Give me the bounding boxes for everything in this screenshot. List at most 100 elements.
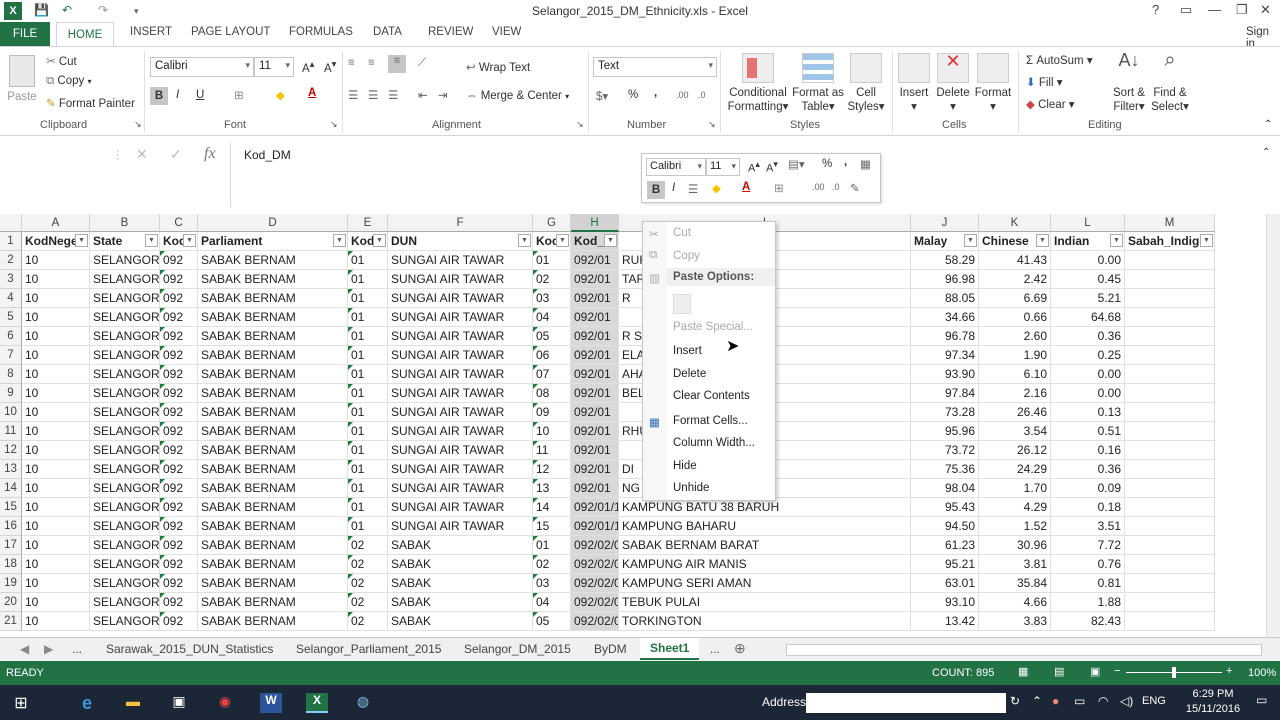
- word-icon[interactable]: W: [260, 693, 282, 713]
- table-cell[interactable]: 1.52: [979, 517, 1051, 536]
- paste-button[interactable]: Paste: [4, 55, 40, 104]
- paste-option-icon[interactable]: [673, 294, 691, 314]
- table-cell[interactable]: 10: [22, 308, 90, 327]
- mini-bold-icon[interactable]: B: [647, 181, 665, 199]
- table-cell[interactable]: 092: [160, 555, 198, 574]
- table-cell[interactable]: SELANGOR: [90, 441, 160, 460]
- table-cell[interactable]: 02: [348, 536, 388, 555]
- mini-font-color-icon[interactable]: A: [742, 181, 750, 193]
- row-header[interactable]: 19: [0, 574, 22, 593]
- table-cell[interactable]: 0.36: [1051, 327, 1125, 346]
- table-cell[interactable]: 01: [348, 289, 388, 308]
- table-cell[interactable]: SABAK: [388, 536, 533, 555]
- table-cell[interactable]: [1125, 289, 1215, 308]
- table-cell[interactable]: 11: [533, 441, 571, 460]
- table-cell[interactable]: SUNGAI AIR TAWAR: [388, 346, 533, 365]
- table-cell[interactable]: 0.16: [1051, 441, 1125, 460]
- table-cell[interactable]: SUNGAI AIR TAWAR: [388, 479, 533, 498]
- row-header[interactable]: 13: [0, 460, 22, 479]
- error-indicator-icon[interactable]: [160, 555, 165, 560]
- table-cell[interactable]: 10: [22, 403, 90, 422]
- error-indicator-icon[interactable]: [348, 498, 353, 503]
- table-cell[interactable]: 10: [22, 384, 90, 403]
- table-cell[interactable]: 03: [533, 289, 571, 308]
- decrease-decimal-icon[interactable]: .0: [698, 90, 706, 100]
- error-indicator-icon[interactable]: [160, 479, 165, 484]
- table-cell[interactable]: 092/02/04: [571, 593, 619, 612]
- customize-qat-icon[interactable]: ▾: [134, 6, 139, 17]
- table-cell[interactable]: 13: [533, 479, 571, 498]
- horizontal-scrollbar[interactable]: [786, 644, 1262, 656]
- column-header-m[interactable]: M: [1125, 214, 1215, 232]
- next-sheet-icon[interactable]: ▶: [44, 642, 53, 656]
- table-cell[interactable]: SABAK BERNAM: [198, 422, 348, 441]
- menu-format-cells[interactable]: Format Cells...: [673, 415, 748, 427]
- error-indicator-icon[interactable]: [348, 479, 353, 484]
- table-cell[interactable]: 092: [160, 289, 198, 308]
- table-cell[interactable]: [1125, 479, 1215, 498]
- table-cell[interactable]: SELANGOR: [90, 612, 160, 631]
- table-cell[interactable]: 5.21: [1051, 289, 1125, 308]
- error-indicator-icon[interactable]: [160, 593, 165, 598]
- table-cell[interactable]: 0.81: [1051, 574, 1125, 593]
- conditional-formatting-button[interactable]: Conditional Formatting▾: [726, 53, 790, 114]
- table-cell[interactable]: 73.72: [911, 441, 979, 460]
- table-cell[interactable]: SUNGAI AIR TAWAR: [388, 270, 533, 289]
- table-cell[interactable]: SELANGOR: [90, 270, 160, 289]
- format-painter-button[interactable]: ✎ Format Painter: [46, 96, 135, 110]
- table-cell[interactable]: SELANGOR: [90, 308, 160, 327]
- error-indicator-icon[interactable]: [348, 441, 353, 446]
- tab-insert[interactable]: INSERT: [130, 26, 172, 38]
- table-cell[interactable]: 01: [348, 498, 388, 517]
- column-header-f[interactable]: F: [388, 214, 533, 232]
- sheet-tab-sheet1[interactable]: Sheet1: [640, 638, 700, 660]
- table-cell[interactable]: 02: [348, 555, 388, 574]
- tab-review[interactable]: REVIEW: [428, 26, 473, 38]
- error-indicator-icon[interactable]: [348, 612, 353, 617]
- table-cell[interactable]: 092/01: [571, 270, 619, 289]
- error-indicator-icon[interactable]: [533, 251, 538, 256]
- table-cell[interactable]: SABAK BERNAM: [198, 574, 348, 593]
- table-cell[interactable]: 93.90: [911, 365, 979, 384]
- table-cell[interactable]: 0.25: [1051, 346, 1125, 365]
- table-cell[interactable]: 01: [348, 460, 388, 479]
- table-cell[interactable]: 0.45: [1051, 270, 1125, 289]
- wifi-icon[interactable]: ◠: [1098, 694, 1108, 708]
- align-right-icon[interactable]: ☰: [388, 88, 398, 102]
- fill-color-icon[interactable]: ◆: [276, 88, 285, 102]
- copy-button[interactable]: ⧉ Copy ▾: [46, 75, 92, 88]
- tab-file[interactable]: FILE: [0, 22, 50, 46]
- table-cell[interactable]: 10: [22, 593, 90, 612]
- zoom-out-icon[interactable]: −: [1114, 665, 1120, 677]
- row-header[interactable]: 10: [0, 403, 22, 422]
- help-icon[interactable]: ?: [1152, 2, 1159, 17]
- align-center-icon[interactable]: ☰: [368, 88, 378, 102]
- table-cell[interactable]: 58.29: [911, 251, 979, 270]
- table-cell[interactable]: 092: [160, 593, 198, 612]
- table-cell[interactable]: 01: [533, 536, 571, 555]
- table-cell[interactable]: SELANGOR: [90, 289, 160, 308]
- table-cell[interactable]: SELANGOR: [90, 365, 160, 384]
- notifications-icon[interactable]: ▭: [1256, 693, 1267, 707]
- table-cell[interactable]: SABAK: [388, 574, 533, 593]
- row-header[interactable]: 14: [0, 479, 22, 498]
- table-cell[interactable]: 10: [22, 574, 90, 593]
- table-cell[interactable]: 02: [348, 593, 388, 612]
- table-cell[interactable]: 092: [160, 612, 198, 631]
- mini-font-combo[interactable]: Calibri ▾: [646, 158, 706, 176]
- error-indicator-icon[interactable]: [348, 536, 353, 541]
- table-cell[interactable]: 01: [348, 270, 388, 289]
- table-cell[interactable]: 95.43: [911, 498, 979, 517]
- number-launcher-icon[interactable]: ↘: [708, 119, 716, 130]
- error-indicator-icon[interactable]: [533, 346, 538, 351]
- table-cell[interactable]: SUNGAI AIR TAWAR: [388, 403, 533, 422]
- table-cell[interactable]: 06: [533, 346, 571, 365]
- table-cell[interactable]: [1125, 441, 1215, 460]
- table-cell[interactable]: SUNGAI AIR TAWAR: [388, 460, 533, 479]
- mini-size-combo[interactable]: 11 ▾: [706, 158, 740, 176]
- table-cell[interactable]: 82.43: [1051, 612, 1125, 631]
- table-cell[interactable]: SELANGOR: [90, 346, 160, 365]
- header-cell[interactable]: KodP ▼: [160, 232, 198, 251]
- table-cell[interactable]: 092: [160, 498, 198, 517]
- table-cell[interactable]: 1.70: [979, 479, 1051, 498]
